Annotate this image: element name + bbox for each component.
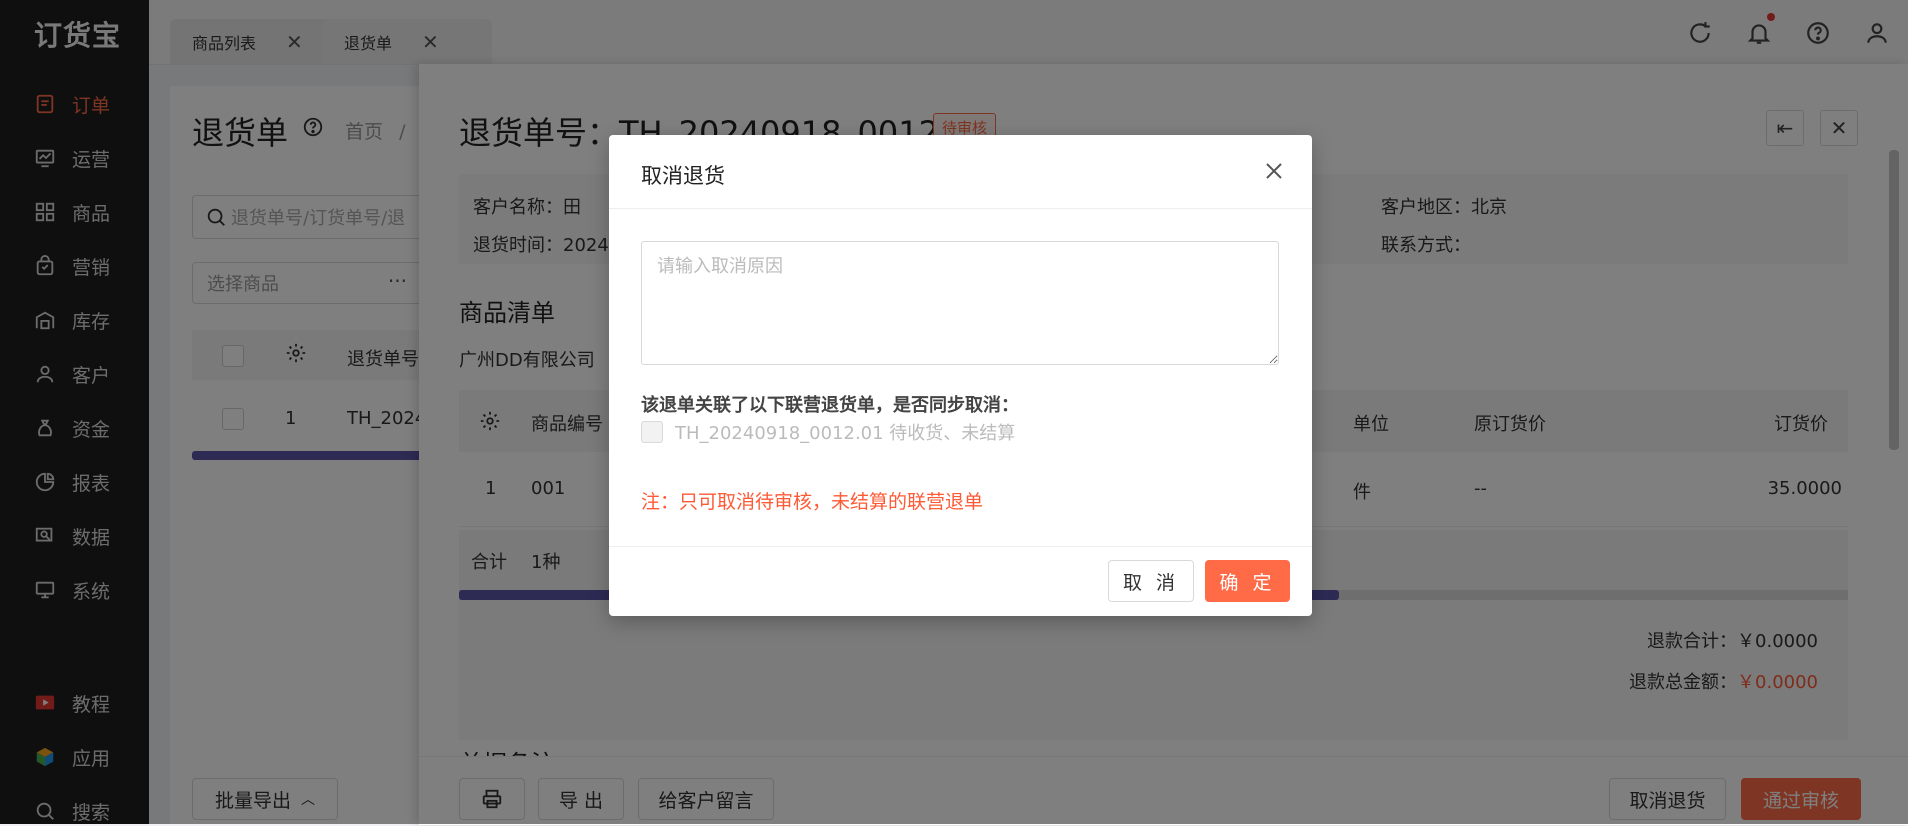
close-icon[interactable]	[1262, 159, 1286, 183]
modal-title: 取消退货	[641, 164, 725, 188]
modal-footer-divider	[609, 546, 1312, 547]
cancel-button[interactable]: 取 消	[1108, 560, 1194, 602]
confirm-button[interactable]: 确 定	[1205, 560, 1290, 602]
button-label: 确 定	[1219, 571, 1276, 594]
cancel-reason-input[interactable]	[641, 241, 1279, 365]
linked-return-checkbox	[641, 421, 663, 443]
linked-return-label: TH_20240918_0012.01 待收货、未结算	[675, 423, 1016, 444]
sync-cancel-question: 该退单关联了以下联营退货单，是否同步取消：	[641, 395, 1019, 416]
modal-note: 注：只可取消待审核，未结算的联营退单	[641, 491, 984, 513]
linked-return-option: TH_20240918_0012.01 待收货、未结算	[641, 419, 1015, 445]
modal-header: 取消退货	[609, 135, 1312, 209]
button-label: 取 消	[1122, 571, 1180, 594]
cancel-return-modal: 取消退货 该退单关联了以下联营退货单，是否同步取消： TH_20240918_0…	[609, 135, 1312, 616]
